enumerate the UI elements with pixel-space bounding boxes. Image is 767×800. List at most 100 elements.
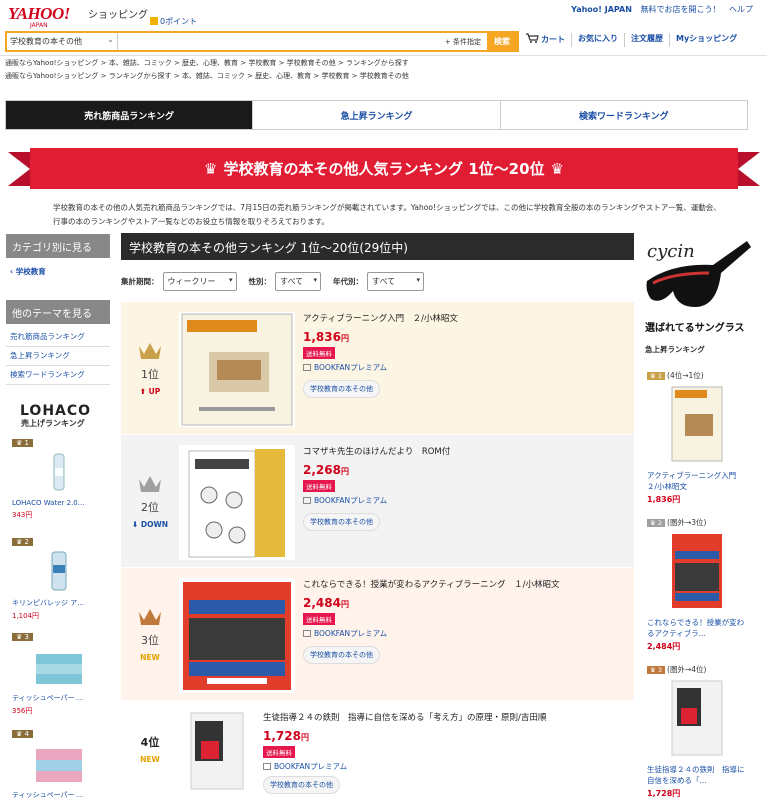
rising-item-name[interactable]: アクティブラーニング入門 ２/小林昭文 (647, 470, 750, 492)
ad-title[interactable]: 選ばれてるサングラス (645, 319, 745, 334)
lohaco-item[interactable]: ♛ 1 LOHACO Water 2.0... 343円 (12, 438, 102, 520)
lohaco-item[interactable]: ♛ 4 ティッシュペーパー ... (12, 729, 102, 800)
site-label[interactable]: ショッピング (88, 6, 148, 21)
lohaco-item-name[interactable]: キリンピバレッジ ア... (12, 598, 102, 608)
category-tag[interactable]: 学校教育の本その他 (303, 380, 380, 398)
up-arrow-icon: ⬆ (139, 387, 149, 396)
category-link-school[interactable]: ‹ 学校教育 (6, 262, 110, 281)
rising-item-name[interactable]: 生徒指導２４の鉄則 指導に自信を深める「... (647, 764, 750, 786)
item-title[interactable]: 生徒指導２４の鉄則 指導に自信を深める「考え方」の原理・原則/吉田順 (263, 711, 546, 723)
item-title[interactable]: コマザキ先生のほけんだより ROM付 (303, 445, 450, 457)
theme-link[interactable]: 急上昇ランキング (6, 346, 110, 366)
store-link[interactable]: BOOKFANプレミアム (303, 362, 458, 373)
age-select[interactable]: すべて ▾ (367, 272, 424, 291)
gender-select[interactable]: すべて ▾ (275, 272, 321, 291)
rank-column: 2位 ⬇ DOWN (121, 435, 179, 567)
book-cover-image[interactable] (189, 711, 245, 791)
ranking-banner: ♛ 学校教育の本その他人気ランキング 1位〜20位 ♛ (30, 148, 738, 189)
condition-button[interactable]: + 条件指定 (439, 33, 487, 50)
breadcrumb[interactable]: 通販ならYahoo!ショッピング > ランキングから探す > 本、雑誌、コミック… (5, 71, 409, 81)
book-cover-image[interactable] (179, 578, 295, 693)
top-links: Yahoo! JAPAN 無料でお店を開こう！ ヘルプ (565, 4, 753, 15)
lohaco-item-name[interactable]: ティッシュペーパー ... (12, 790, 102, 800)
store-link[interactable]: BOOKFANプレミアム (263, 761, 546, 772)
search-category-select[interactable]: 学校教育の本その他 ⌄ (7, 33, 118, 50)
cart-link[interactable]: カート (526, 33, 565, 47)
rising-item[interactable]: ♛ 1 (4位→1位) アクティブラーニング入門 ２/小林昭文 1,836円 (647, 370, 750, 505)
theme-link[interactable]: 売れ筋商品ランキング (6, 327, 110, 347)
item-title[interactable]: アクティブラーニング入門 ２/小林昭文 (303, 312, 458, 324)
rank-move: NEW (140, 755, 160, 764)
ranking-item: 3位 NEW これならできる！授業が変わるアクティブラーニング １/小林昭文 2… (121, 568, 634, 700)
ranking-heading: 学校教育の本その他ランキング 1位〜20位(29位中) (121, 233, 634, 260)
rank-move: NEW (140, 653, 160, 662)
filter-label: 年代別： (333, 277, 363, 286)
rank-badge-num: 3 (657, 666, 663, 674)
free-shipping-badge: 送料無料 (303, 347, 335, 359)
search-input[interactable] (118, 33, 439, 50)
rising-item-name[interactable]: これならできる！授業が変わるアクティブラ... (647, 617, 750, 639)
category-tag[interactable]: 学校教育の本その他 (303, 513, 380, 531)
book-cover-image[interactable] (179, 445, 295, 560)
free-shipping-badge: 送料無料 (303, 613, 335, 625)
book-cover-image (672, 534, 722, 608)
points-link[interactable]: 0ポイント (150, 16, 197, 27)
price-unit: 円 (300, 733, 309, 742)
yahoo-logo[interactable]: YAHOO! (8, 4, 70, 24)
divider (624, 33, 625, 47)
tab-search-word[interactable]: 検索ワードランキング (499, 101, 747, 129)
category-tag[interactable]: 学校教育の本その他 (303, 646, 380, 664)
item-info: 生徒指導２４の鉄則 指導に自信を深める「考え方」の原理・原則/吉田順 1,728… (263, 711, 546, 794)
breadcrumb[interactable]: 通販ならYahoo!ショッピング > 本、雑誌、コミック > 歴史、心理、教育 … (5, 58, 409, 68)
rank-badge-num: 2 (657, 519, 663, 527)
search-bar: 学校教育の本その他 ⌄ + 条件指定 検索 (5, 31, 519, 52)
item-info: これならできる！授業が変わるアクティブラーニング １/小林昭文 2,484円 送… (303, 578, 560, 664)
item-title[interactable]: これならできる！授業が変わるアクティブラーニング １/小林昭文 (303, 578, 560, 590)
lohaco-item-name[interactable]: ティッシュペーパー ... (12, 693, 102, 703)
lohaco-item[interactable]: ♛ 2 キリンピバレッジ ア... 1,104円 (12, 537, 102, 621)
rising-item[interactable]: ♛ 3 (圏外→4位) 生徒指導２４の鉄則 指導に自信を深める「... 1,728… (647, 664, 750, 799)
category-heading: カテゴリ別に見る (6, 234, 110, 258)
store-icon (303, 630, 311, 637)
category-tag[interactable]: 学校教育の本その他 (263, 776, 340, 794)
rank-column: 4位 NEW (121, 701, 179, 800)
down-arrow-icon: ⬇ (131, 520, 141, 529)
tab-best-seller[interactable]: 売れ筋商品ランキング (6, 101, 253, 129)
ranking-item: 2位 ⬇ DOWN コマザキ先生のほけんだより ROM付 2,268円 送料無料… (121, 435, 634, 567)
open-store-link[interactable]: 無料でお店を開こう！ (640, 5, 720, 14)
period-select[interactable]: ウィークリー ▾ (162, 272, 237, 291)
rising-ranking-heading: 急上昇ランキング (645, 345, 705, 354)
lohaco-logo[interactable]: LOHACO (20, 403, 91, 419)
book-cover-image (671, 680, 723, 756)
favorites-link[interactable]: お気に入り (578, 33, 618, 47)
tissue-box-image (36, 654, 82, 684)
caret-down-icon: ▾ (416, 276, 420, 284)
ranking-item: 1位 ⬆ UP アクティブラーニング入門 ２/小林昭文 1,836円 送料無料 … (121, 302, 634, 434)
divider (571, 33, 572, 47)
help-link[interactable]: ヘルプ (729, 5, 753, 14)
yahoo-logo-sub: JAPAN (30, 22, 48, 29)
points-text: 0ポイント (160, 17, 198, 26)
banner-ribbon-right (738, 152, 760, 186)
rising-rank: ♛ 3 (圏外→4位) (647, 664, 750, 675)
theme-heading: 他のテーマを見る (6, 300, 110, 324)
tab-rising[interactable]: 急上昇ランキング (252, 101, 499, 129)
price-value: 2,484 (303, 596, 341, 610)
lohaco-item-price: 1,104円 (12, 612, 40, 620)
yahoo-japan-link[interactable]: Yahoo! JAPAN (571, 5, 632, 14)
rising-item[interactable]: ♛ 2 (圏外→3位) これならできる！授業が変わるアクティブラ... 2,484… (647, 517, 750, 652)
search-button[interactable]: 検索 (487, 33, 517, 50)
filter-label: 集計期間： (121, 277, 159, 286)
free-shipping-badge: 送料無料 (263, 746, 295, 758)
store-link[interactable]: BOOKFANプレミアム (303, 628, 560, 639)
store-icon (263, 763, 271, 770)
lohaco-item-name[interactable]: LOHACO Water 2.0... (12, 499, 102, 507)
order-history-link[interactable]: 注文履歴 (631, 33, 663, 47)
lohaco-item[interactable]: ♛ 3 ティッシュペーパー ... 356円 (12, 632, 102, 716)
theme-link[interactable]: 検索ワードランキング (6, 365, 110, 385)
rank-badge: ♛ 1 (12, 439, 33, 447)
my-shopping-link[interactable]: Myショッピング (676, 33, 737, 47)
store-link[interactable]: BOOKFANプレミアム (303, 495, 450, 506)
rank-change: (圏外→4位) (667, 665, 707, 674)
book-cover-image[interactable] (179, 312, 295, 427)
